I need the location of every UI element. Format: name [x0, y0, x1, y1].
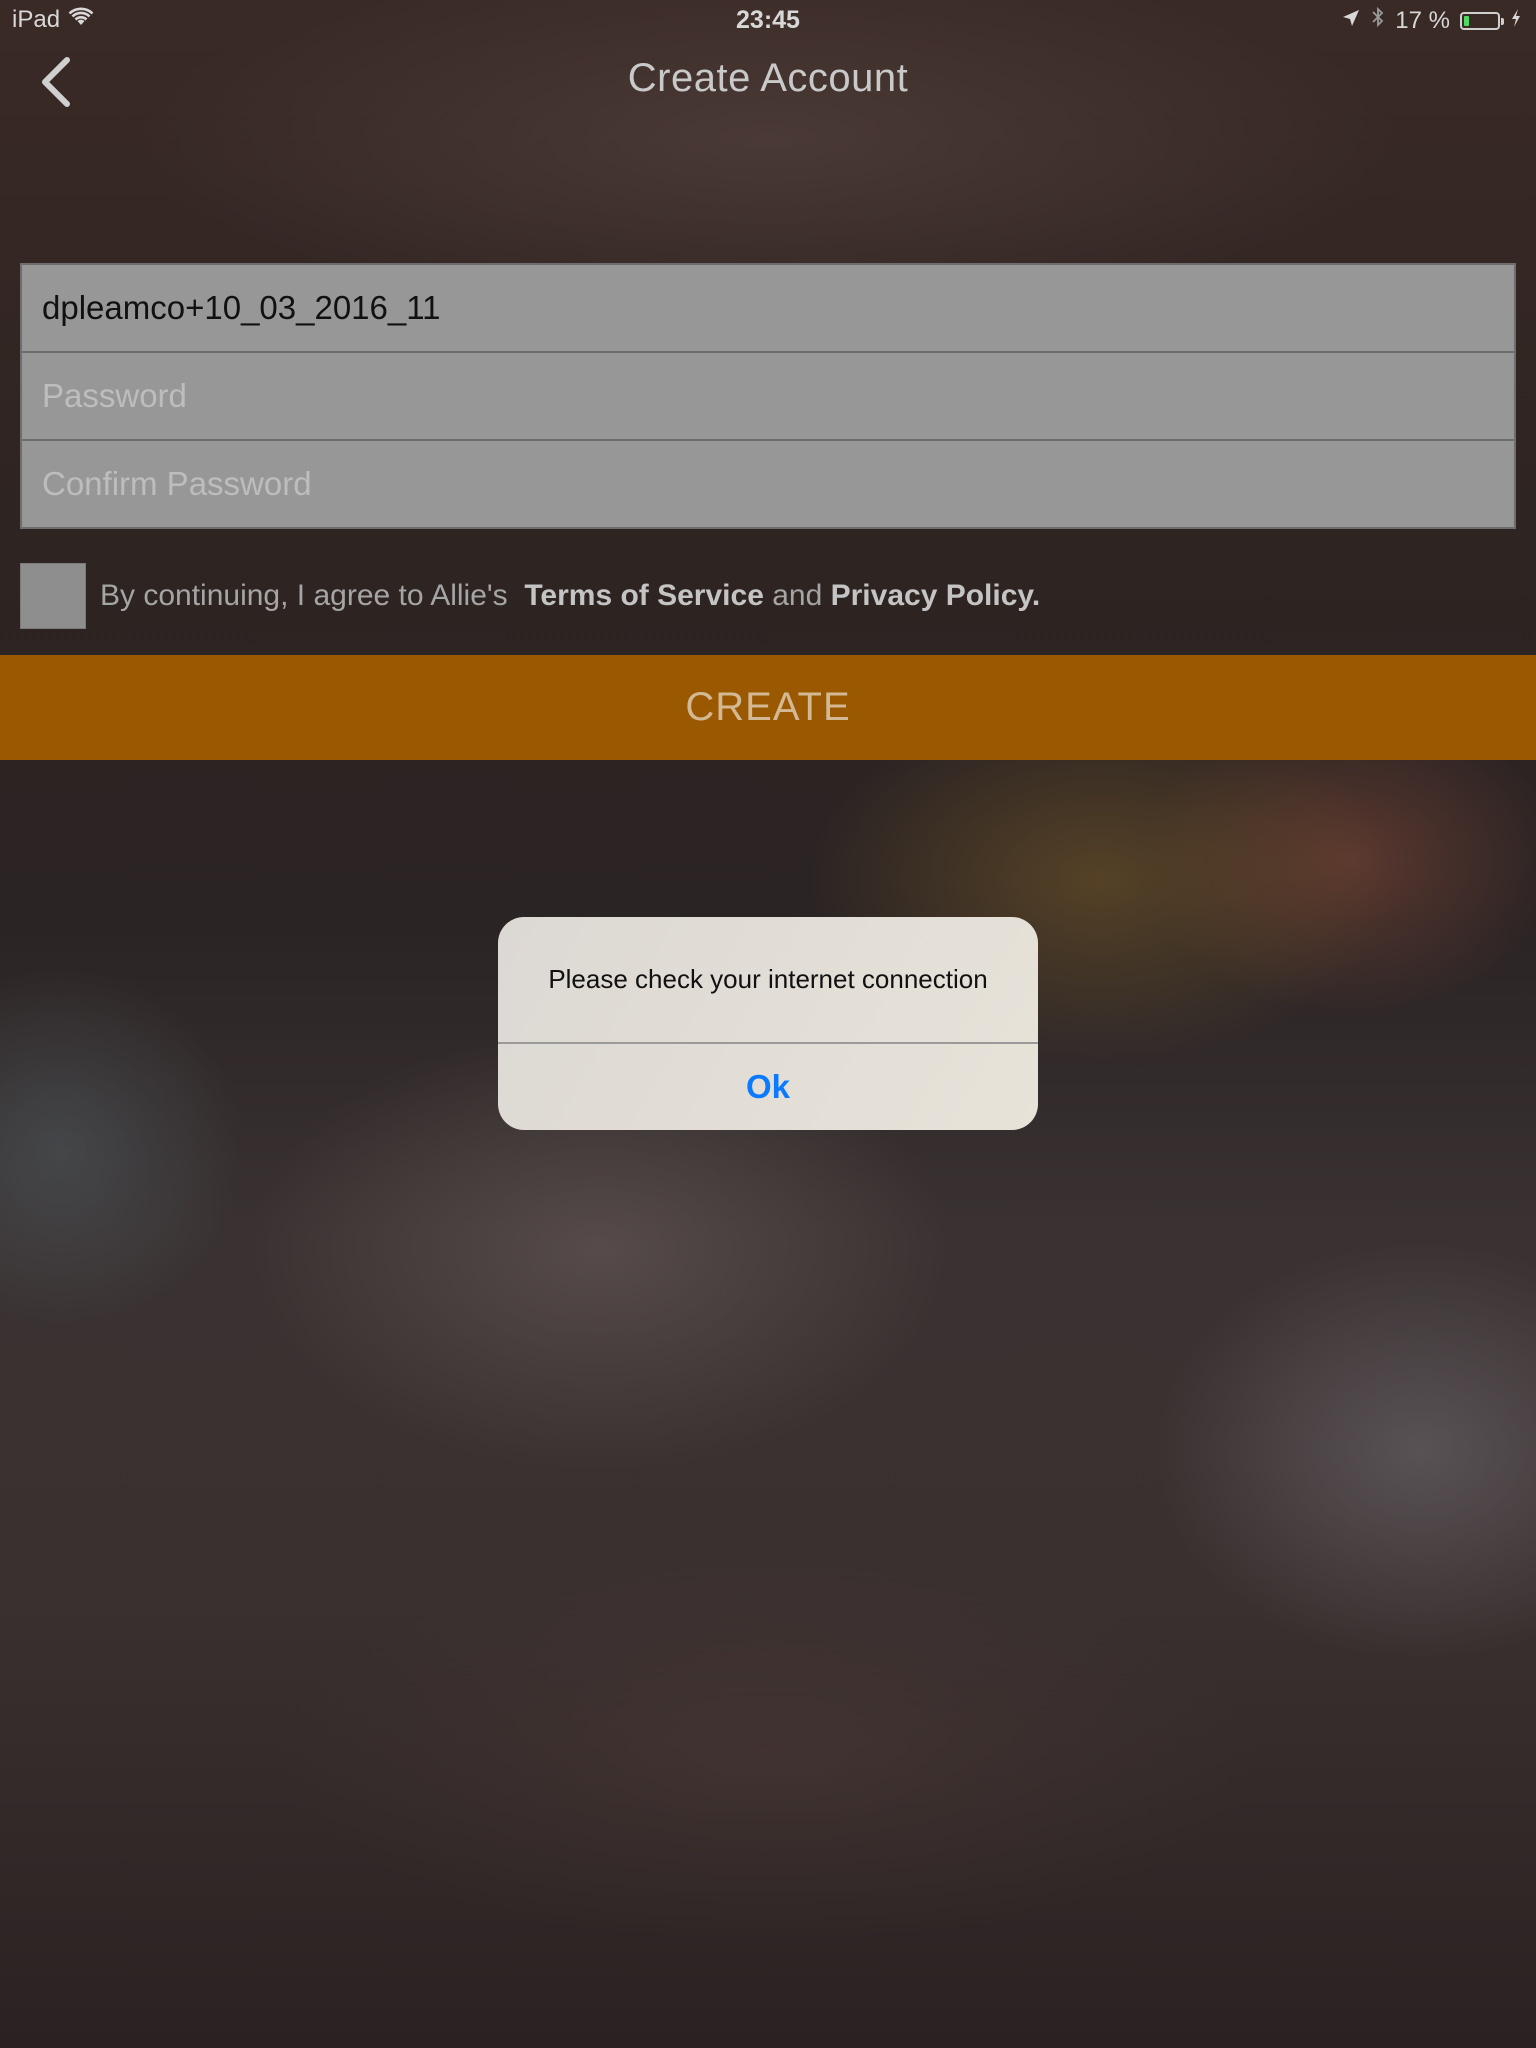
status-bar: iPad 23:45 17 %: [0, 0, 1536, 40]
create-button-label: CREATE: [685, 685, 851, 729]
email-field[interactable]: dpleamco+10_03_2016_11: [20, 263, 1516, 353]
agreement-conjunction: and: [772, 579, 823, 612]
agree-checkbox[interactable]: [20, 563, 86, 629]
password-field[interactable]: Password: [20, 351, 1516, 441]
agreement-prefix: By continuing, I agree to Allie's: [100, 579, 508, 612]
confirm-password-field[interactable]: Confirm Password: [20, 439, 1516, 529]
alert-dialog: Please check your internet connection Ok: [498, 917, 1038, 1130]
alert-ok-button[interactable]: Ok: [498, 1044, 1038, 1130]
create-button[interactable]: CREATE: [0, 655, 1536, 760]
battery-icon: [1460, 11, 1504, 30]
battery-fill: [1464, 15, 1470, 26]
email-field-value: dpleamco+10_03_2016_11: [42, 289, 441, 326]
agreement-row: By continuing, I agree to Allie's Terms …: [20, 563, 1040, 629]
confirm-password-placeholder: Confirm Password: [42, 465, 312, 502]
privacy-policy-link[interactable]: Privacy Policy.: [831, 579, 1041, 612]
location-arrow-icon: [1341, 7, 1361, 35]
agreement-text: By continuing, I agree to Allie's Terms …: [100, 579, 1040, 613]
signup-form: dpleamco+10_03_2016_11 Password Confirm …: [20, 263, 1516, 529]
status-time: 23:45: [736, 6, 800, 34]
battery-percent: 17 %: [1395, 6, 1450, 34]
charging-bolt-icon: [1510, 7, 1522, 35]
page-title: Create Account: [627, 56, 909, 100]
screen: iPad 23:45 17 % Create Account dpleamco+…: [0, 0, 1536, 2048]
bluetooth-icon: [1371, 6, 1385, 35]
terms-of-service-link[interactable]: Terms of Service: [524, 579, 764, 612]
status-right: 17 %: [1341, 6, 1522, 35]
password-placeholder: Password: [42, 377, 187, 414]
alert-message: Please check your internet connection: [548, 964, 988, 994]
